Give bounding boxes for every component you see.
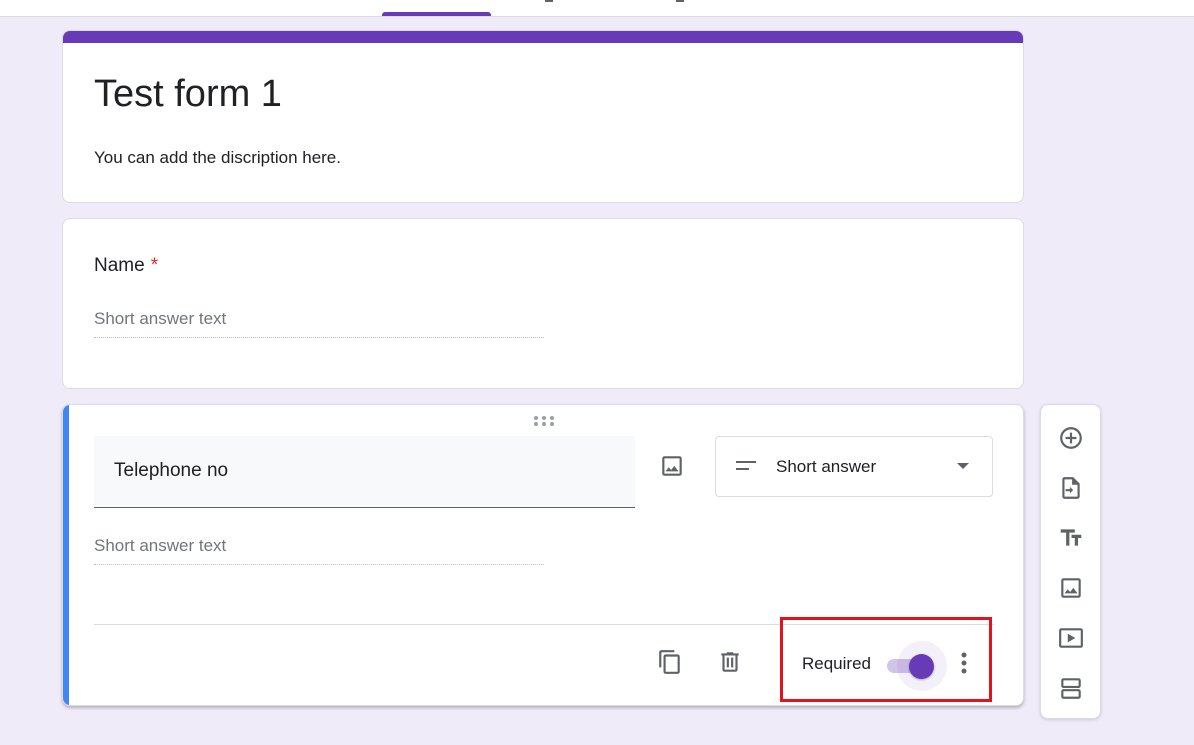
short-answer-placeholder: Short answer text — [94, 309, 544, 338]
trash-icon[interactable] — [717, 649, 743, 675]
tab-label-fragment — [545, 0, 553, 2]
header-accent-bar — [63, 31, 1023, 43]
question-card-name[interactable]: Name * Short answer text — [62, 218, 1024, 389]
required-label: Required — [802, 654, 871, 673]
form-description[interactable]: You can add the discription here. — [94, 148, 341, 168]
add-circle-icon[interactable] — [1058, 425, 1084, 451]
required-toggle[interactable] — [885, 641, 947, 691]
question-type-dropdown[interactable]: Short answer — [715, 436, 993, 497]
top-navigation-bar — [0, 0, 1194, 17]
question-card-telephone[interactable]: Telephone no Short answer Short answer t… — [62, 404, 1024, 706]
drag-handle-icon[interactable] — [533, 415, 555, 427]
toggle-thumb — [909, 654, 934, 679]
copy-icon[interactable] — [657, 649, 683, 675]
question-footer-divider — [94, 624, 994, 625]
more-vert-icon[interactable] — [954, 650, 974, 676]
title-text-icon[interactable] — [1058, 525, 1084, 551]
floating-side-toolbar — [1040, 404, 1101, 719]
short-answer-placeholder: Short answer text — [94, 536, 544, 565]
tab-label-fragment — [676, 0, 684, 2]
section-icon[interactable] — [1058, 675, 1084, 701]
form-header-card[interactable]: Test form 1 You can add the discription … — [62, 30, 1024, 203]
question-title: Name * — [94, 255, 158, 277]
image-icon[interactable] — [659, 453, 685, 479]
question-type-label: Short answer — [776, 457, 877, 476]
form-title[interactable]: Test form 1 — [94, 73, 282, 116]
import-questions-icon[interactable] — [1058, 475, 1084, 501]
question-title-text: Name — [94, 255, 145, 276]
image-icon[interactable] — [1058, 575, 1084, 601]
video-icon[interactable] — [1058, 625, 1084, 651]
question-title-value: Telephone no — [114, 460, 229, 481]
arrow-drop-down-icon — [957, 463, 969, 469]
short-text-icon — [736, 461, 756, 470]
question-title-input[interactable]: Telephone no — [94, 436, 635, 508]
active-question-indicator — [63, 405, 69, 705]
required-asterisk: * — [150, 255, 159, 276]
active-tab-indicator — [382, 12, 491, 16]
